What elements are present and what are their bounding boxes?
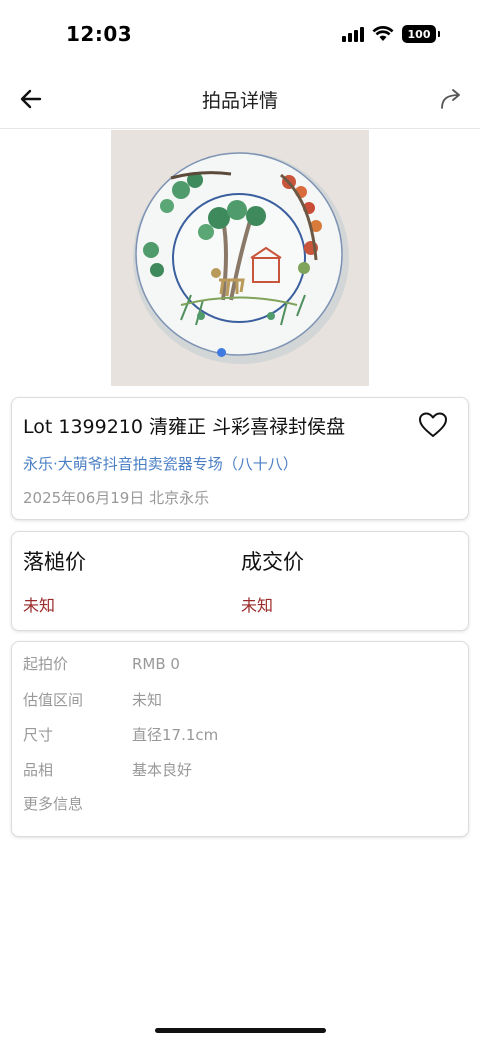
carousel-indicator-dot[interactable] xyxy=(217,348,226,357)
status-bar: 12:03 100 xyxy=(0,0,480,70)
auction-date-place: 2025年06月19日 北京永乐 xyxy=(23,489,210,507)
nav-bar: 拍品详情 xyxy=(0,70,480,129)
share-button[interactable] xyxy=(436,84,466,114)
lot-image[interactable] xyxy=(111,130,369,386)
wifi-icon xyxy=(372,26,394,41)
cellular-signal-icon xyxy=(342,26,364,42)
hammer-price-label: 落槌价 xyxy=(23,550,86,574)
info-value: 直径17.1cm xyxy=(132,726,219,744)
hammer-price-block: 落槌价 未知 xyxy=(23,546,86,616)
porcelain-plate-image xyxy=(111,130,369,386)
page-title: 拍品详情 xyxy=(201,90,278,112)
info-row-more-info[interactable]: 更多信息 xyxy=(23,793,132,814)
info-row-start-price: 起拍价 RMB 0 xyxy=(23,653,180,674)
lot-info-card: Lot 1399210 清雍正 斗彩喜禄封侯盘 永乐·大萌爷抖音拍卖瓷器专场（八… xyxy=(11,397,469,520)
lot-title: Lot 1399210 清雍正 斗彩喜禄封侯盘 xyxy=(23,416,346,438)
battery-icon: 100 xyxy=(402,25,440,43)
auction-session-link[interactable]: 永乐·大萌爷抖音拍卖瓷器专场（八十八） xyxy=(23,453,298,474)
info-key: 起拍价 xyxy=(23,655,69,673)
info-row-estimate: 估值区间 未知 xyxy=(23,689,162,710)
share-arrow-icon xyxy=(441,89,460,109)
price-card: 落槌价 未知 成交价 未知 xyxy=(11,531,469,631)
deal-price-value: 未知 xyxy=(241,596,274,615)
deal-price-block: 成交价 未知 xyxy=(241,546,304,616)
info-key[interactable]: 更多信息 xyxy=(23,793,132,814)
details-card: 起拍价 RMB 0 估值区间 未知 尺寸 直径17.1cm 品相 基本良好 更多信息 xyxy=(11,641,469,837)
heart-outline-icon xyxy=(419,412,447,437)
info-key: 品相 xyxy=(23,761,54,779)
status-time: 12:03 xyxy=(66,22,133,46)
home-indicator[interactable] xyxy=(155,1028,326,1033)
info-value: RMB 0 xyxy=(132,655,180,673)
info-row-size: 尺寸 直径17.1cm xyxy=(23,724,218,745)
favorite-button[interactable] xyxy=(418,411,448,439)
hammer-price-value: 未知 xyxy=(23,596,56,615)
info-key: 尺寸 xyxy=(23,726,54,744)
info-key: 估值区间 xyxy=(23,691,84,709)
deal-price-label: 成交价 xyxy=(241,550,304,574)
info-value: 未知 xyxy=(132,691,163,709)
info-value: 基本良好 xyxy=(132,761,193,779)
status-icons: 100 xyxy=(342,25,440,43)
info-row-condition: 品相 基本良好 xyxy=(23,759,192,780)
